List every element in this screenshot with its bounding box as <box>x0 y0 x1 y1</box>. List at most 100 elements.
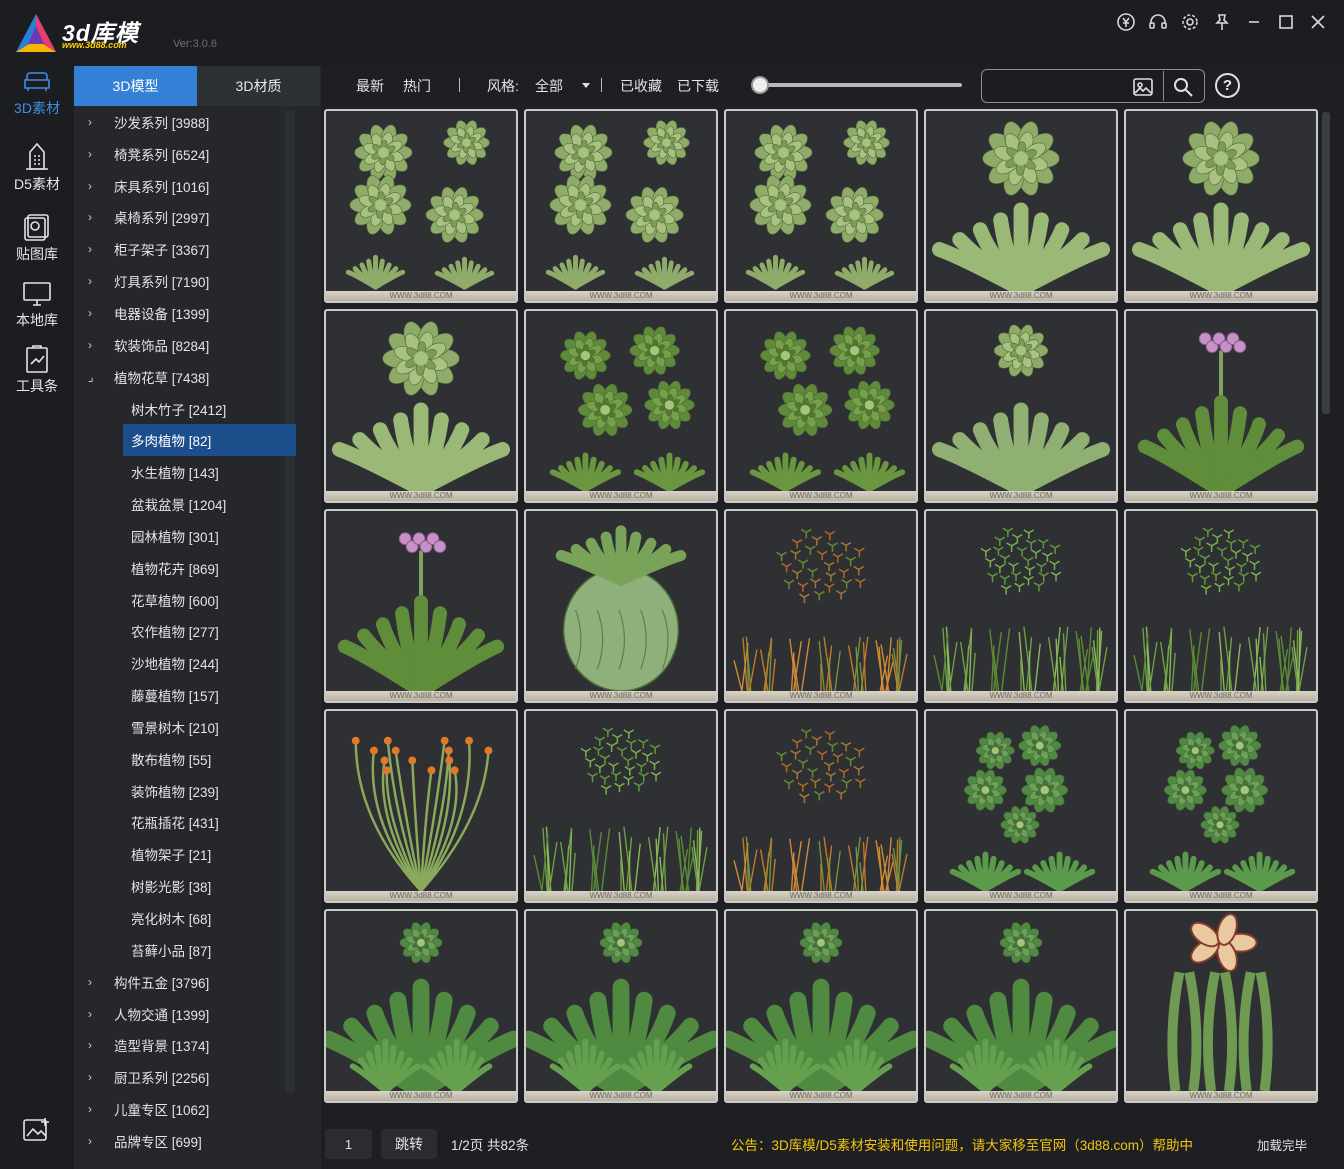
model-thumbnail[interactable]: WWW.3d88.COM <box>524 909 718 1103</box>
rail-item-tools[interactable]: 工具条 <box>0 344 74 410</box>
page-number-input[interactable] <box>325 1129 372 1159</box>
category-item[interactable]: › 构件五金 [3796] <box>74 966 296 998</box>
chevron-right-icon[interactable]: › <box>74 1038 114 1052</box>
model-thumbnail[interactable]: WWW.3d88.COM <box>724 709 918 903</box>
rail-item-d5[interactable]: D5素材 <box>0 142 74 208</box>
category-item[interactable]: › 造型背景 [1374] <box>74 1029 296 1061</box>
model-thumbnail[interactable]: WWW.3d88.COM <box>324 909 518 1103</box>
category-item[interactable]: › 品牌专区 [699] <box>74 1125 296 1157</box>
category-item[interactable]: › 床具系列 [1016] <box>74 170 296 202</box>
pin-icon[interactable] <box>1206 8 1238 36</box>
category-item[interactable]: › 灯具系列 [7190] <box>74 265 296 297</box>
model-thumbnail[interactable]: WWW.3d88.COM <box>724 909 918 1103</box>
chevron-right-icon[interactable]: › <box>74 242 114 256</box>
chevron-right-icon[interactable]: › <box>74 1070 114 1084</box>
chevron-right-icon[interactable]: › <box>74 179 114 193</box>
category-item[interactable]: › 电器设备 [1399] <box>74 297 296 329</box>
model-thumbnail[interactable]: WWW.3d88.COM <box>1124 909 1318 1103</box>
model-thumbnail[interactable]: WWW.3d88.COM <box>524 709 718 903</box>
chevron-right-icon[interactable]: › <box>74 1102 114 1116</box>
chevron-right-icon[interactable]: › <box>74 274 114 288</box>
jump-button[interactable]: 跳转 <box>381 1129 437 1159</box>
rail-item-texture[interactable]: 贴图库 <box>0 212 74 278</box>
model-thumbnail[interactable]: WWW.3d88.COM <box>724 109 918 303</box>
minimize-icon[interactable] <box>1238 8 1270 36</box>
model-thumbnail[interactable]: WWW.3d88.COM <box>324 109 518 303</box>
category-item[interactable]: ⌟ 植物花草 [7438] <box>74 361 296 393</box>
size-slider-track[interactable] <box>762 83 962 87</box>
subcategory-item[interactable]: 散布植物 [55] <box>74 743 296 775</box>
size-slider-knob[interactable] <box>751 76 769 94</box>
model-thumbnail[interactable]: WWW.3d88.COM <box>524 109 718 303</box>
subcategory-item[interactable]: 沙地植物 [244] <box>74 647 296 679</box>
chevron-down-icon[interactable] <box>581 82 591 90</box>
style-select[interactable]: 全部 <box>535 76 563 96</box>
subcategory-item[interactable]: 植物架子 [21] <box>74 838 296 870</box>
rail-item-3d[interactable]: 3D素材 <box>0 70 74 136</box>
chevron-right-icon[interactable]: › <box>74 210 114 224</box>
model-thumbnail[interactable]: WWW.3d88.COM <box>1124 109 1318 303</box>
tab-3d-material[interactable]: 3D材质 <box>197 66 320 106</box>
search-input[interactable] <box>988 74 1128 98</box>
search-icon[interactable] <box>1172 76 1194 98</box>
category-item[interactable]: › 沙发系列 [3988] <box>74 106 296 138</box>
model-thumbnail[interactable]: WWW.3d88.COM <box>524 309 718 503</box>
rail-item-local[interactable]: 本地库 <box>0 280 74 346</box>
model-thumbnail[interactable]: WWW.3d88.COM <box>724 309 918 503</box>
subcategory-item[interactable]: 花草植物 [600] <box>74 584 296 616</box>
tab-3d-model[interactable]: 3D模型 <box>74 66 197 106</box>
image-add-button[interactable] <box>0 1116 74 1152</box>
model-thumbnail[interactable]: WWW.3d88.COM <box>1124 309 1318 503</box>
subcategory-item[interactable]: 花瓶插花 [431] <box>74 807 296 839</box>
subcategory-item[interactable]: 装饰植物 [239] <box>74 775 296 807</box>
subcategory-item[interactable]: 亮化树木 [68] <box>74 902 296 934</box>
grid-scrollbar[interactable] <box>1322 112 1330 414</box>
subcategory-item[interactable]: 多肉植物 [82] <box>123 424 296 457</box>
gear-icon[interactable] <box>1174 8 1206 36</box>
image-search-icon[interactable] <box>1132 76 1154 98</box>
coin-icon[interactable] <box>1110 8 1142 36</box>
model-thumbnail[interactable]: WWW.3d88.COM <box>924 509 1118 703</box>
category-item[interactable]: › 人物交通 [1399] <box>74 998 296 1030</box>
filter-popular[interactable]: 热门 <box>403 76 431 96</box>
model-thumbnail[interactable]: WWW.3d88.COM <box>924 109 1118 303</box>
subcategory-item[interactable]: 树影光影 [38] <box>74 870 296 902</box>
filter-downloaded[interactable]: 已下载 <box>677 76 719 96</box>
model-thumbnail[interactable]: WWW.3d88.COM <box>524 509 718 703</box>
category-item[interactable]: › 椅凳系列 [6524] <box>74 138 296 170</box>
chevron-right-icon[interactable]: › <box>74 338 114 352</box>
chevron-expanded-icon[interactable]: ⌟ <box>74 370 114 384</box>
model-thumbnail[interactable]: WWW.3d88.COM <box>324 709 518 903</box>
subcategory-item[interactable]: 藤蔓植物 [157] <box>74 679 296 711</box>
subcategory-item[interactable]: 盆栽盆景 [1204] <box>74 488 296 520</box>
category-item[interactable]: › 桌椅系列 [2997] <box>74 202 296 234</box>
subcategory-item[interactable]: 苔藓小品 [87] <box>74 934 296 966</box>
subcategory-item[interactable]: 雪景树木 [210] <box>74 711 296 743</box>
notice-text[interactable]: 公告：3D库模/D5素材安装和使用问题，请大家移至官网（3d88.com）帮助中 <box>731 1134 1193 1154</box>
subcategory-item[interactable]: 树木竹子 [2412] <box>74 393 296 425</box>
model-thumbnail[interactable]: WWW.3d88.COM <box>1124 509 1318 703</box>
subcategory-item[interactable]: 植物花卉 [869] <box>74 552 296 584</box>
chevron-right-icon[interactable]: › <box>74 1007 114 1021</box>
subcategory-item[interactable]: 水生植物 [143] <box>74 456 296 488</box>
headset-icon[interactable] <box>1142 8 1174 36</box>
chevron-right-icon[interactable]: › <box>74 1134 114 1148</box>
filter-newest[interactable]: 最新 <box>356 76 384 96</box>
chevron-right-icon[interactable]: › <box>74 975 114 989</box>
category-item[interactable]: › 软装饰品 [8284] <box>74 329 296 361</box>
model-thumbnail[interactable]: WWW.3d88.COM <box>924 909 1118 1103</box>
maximize-icon[interactable] <box>1270 8 1302 36</box>
model-thumbnail[interactable]: WWW.3d88.COM <box>324 509 518 703</box>
close-icon[interactable] <box>1302 8 1334 36</box>
model-thumbnail[interactable]: WWW.3d88.COM <box>924 309 1118 503</box>
category-item[interactable]: › 柜子架子 [3367] <box>74 233 296 265</box>
subcategory-item[interactable]: 农作植物 [277] <box>74 616 296 648</box>
chevron-right-icon[interactable]: › <box>74 306 114 320</box>
help-icon[interactable]: ? <box>1215 73 1240 98</box>
subcategory-item[interactable]: 园林植物 [301] <box>74 520 296 552</box>
chevron-right-icon[interactable]: › <box>74 115 114 129</box>
category-item[interactable]: › 儿童专区 [1062] <box>74 1093 296 1125</box>
model-thumbnail[interactable]: WWW.3d88.COM <box>724 509 918 703</box>
filter-favorites[interactable]: 已收藏 <box>620 76 662 96</box>
chevron-right-icon[interactable]: › <box>74 147 114 161</box>
